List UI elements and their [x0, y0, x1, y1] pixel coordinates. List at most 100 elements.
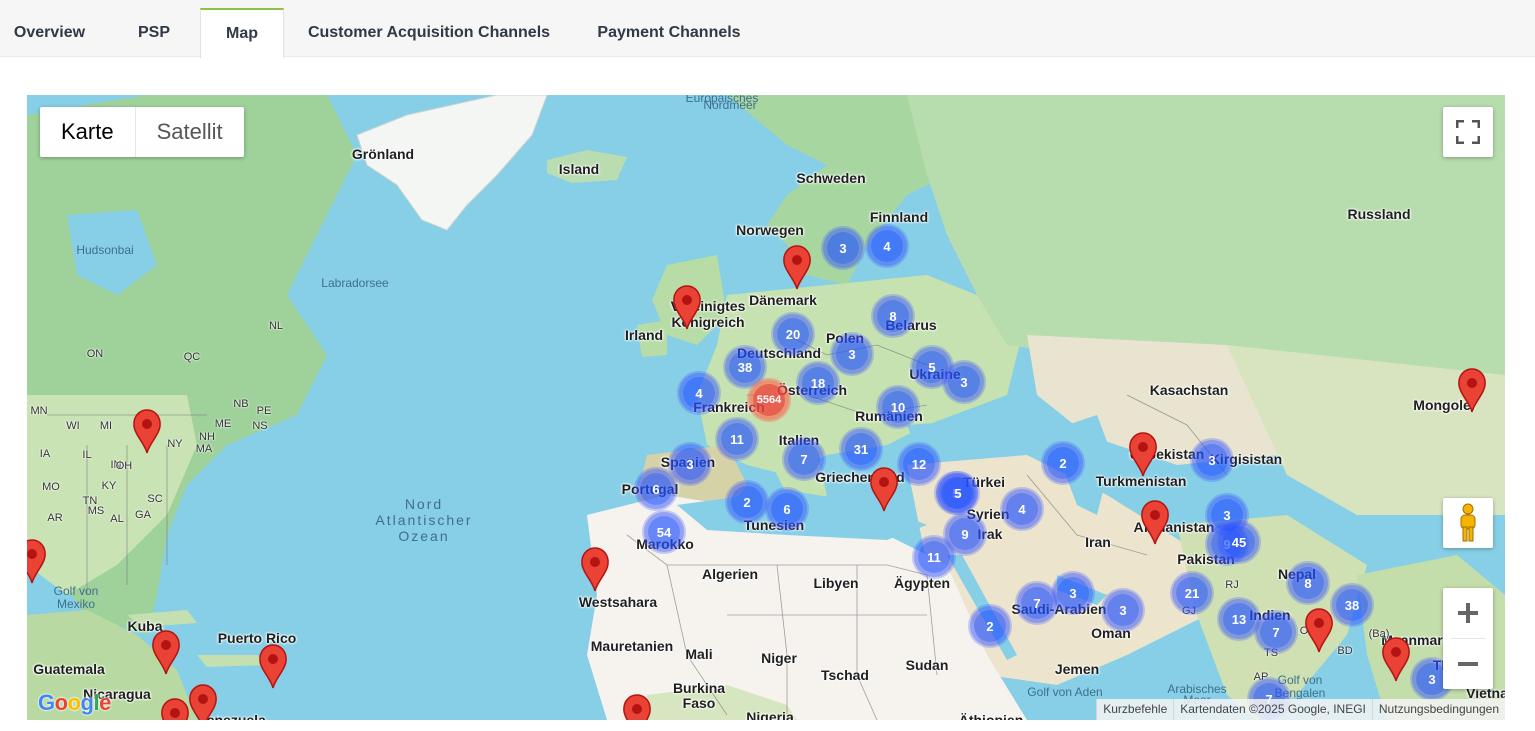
tab-payment-channels[interactable]: Payment Channels [585, 8, 753, 57]
marker-cluster[interactable]: 3 [830, 332, 874, 376]
keyboard-shortcuts-link[interactable]: Kurzbefehle [1096, 699, 1173, 720]
map-pin-icon[interactable] [1380, 636, 1412, 682]
map-pin-icon[interactable] [671, 284, 703, 330]
marker-cluster[interactable]: 8 [871, 294, 915, 338]
marker-cluster-count: 5564 [756, 394, 782, 406]
map-pin-icon[interactable] [579, 546, 611, 592]
map-pin-icon[interactable] [1127, 431, 1159, 477]
marker-cluster[interactable]: 2 [725, 480, 769, 524]
marker-cluster-core: 4 [1006, 493, 1038, 525]
marker-cluster-core: 3 [1196, 444, 1228, 476]
marker-cluster-count: 5 [928, 359, 936, 375]
world-map[interactable]: Grönland Island Schweden Finnland Russland No… [27, 95, 1505, 720]
marker-cluster-count: 4 [883, 238, 891, 254]
marker-cluster[interactable]: 3 [1101, 588, 1145, 632]
terms-of-use-link[interactable]: Nutzungsbedingungen [1371, 699, 1505, 720]
marker-cluster[interactable]: 6 [765, 487, 809, 531]
marker-cluster-count: 8 [1304, 575, 1312, 591]
map-type-karte-button[interactable]: Karte [40, 107, 136, 157]
map-pin-icon[interactable] [781, 244, 813, 290]
marker-cluster-count: 3 [1428, 671, 1436, 687]
zoom-in-button[interactable] [1443, 588, 1493, 638]
marker-cluster-core: 7 [788, 443, 820, 475]
marker-cluster-core: 21 [1176, 577, 1208, 609]
marker-cluster[interactable]: 11 [715, 417, 759, 461]
marker-cluster[interactable]: 5 [936, 471, 980, 515]
map-type-satellit-button[interactable]: Satellit [136, 107, 244, 157]
marker-cluster-count: 7 [800, 451, 808, 467]
marker-cluster-core: 11 [918, 541, 950, 573]
marker-cluster[interactable]: 11 [912, 535, 956, 579]
marker-cluster-count: 4 [695, 385, 703, 401]
map-pin-icon[interactable] [187, 683, 219, 720]
tab-bar: Overview PSP Map Customer Acquisition Ch… [0, 0, 1535, 58]
map-pin-icon[interactable] [159, 697, 191, 720]
marker-cluster[interactable]: 10 [876, 385, 920, 429]
marker-cluster-core: 4 [683, 377, 715, 409]
marker-cluster[interactable]: 54 [642, 510, 686, 554]
marker-cluster[interactable]: 12 [897, 442, 941, 486]
marker-cluster-core: 8 [877, 300, 909, 332]
tab-psp[interactable]: PSP [119, 8, 189, 57]
pegman-icon [1460, 503, 1476, 542]
marker-cluster-count: 2 [743, 494, 751, 510]
marker-cluster-count: 12 [911, 456, 927, 472]
map-pin-icon[interactable] [131, 408, 163, 454]
marker-cluster-count: 9 [961, 526, 969, 542]
marker-cluster[interactable]: 4 [865, 224, 909, 268]
map-pin-icon[interactable] [1456, 367, 1488, 413]
marker-cluster-core: 11 [721, 423, 753, 455]
marker-cluster-count: 3 [1069, 585, 1077, 601]
map-attribution: Kurzbefehle Kartendaten ©2025 Google, IN… [1096, 699, 1505, 720]
marker-cluster-count: 13 [1231, 611, 1247, 627]
marker-cluster-core: 12 [903, 448, 935, 480]
marker-cluster[interactable]: 3 [821, 226, 865, 270]
map-pin-icon[interactable] [621, 693, 653, 720]
marker-cluster[interactable]: 18 [796, 361, 840, 405]
tab-map[interactable]: Map [200, 8, 284, 58]
fullscreen-button[interactable] [1443, 107, 1493, 157]
tab-overview[interactable]: Overview [0, 8, 99, 57]
marker-cluster-core: 5564 [753, 384, 785, 416]
map-pin-icon[interactable] [27, 538, 48, 584]
marker-cluster[interactable]: 2 [1041, 441, 1085, 485]
marker-cluster-count: 6 [652, 481, 660, 497]
marker-cluster[interactable]: 6 [634, 467, 678, 511]
marker-cluster[interactable]: 3 [1205, 493, 1249, 537]
marker-cluster-core: 3 [1107, 594, 1139, 626]
map-pin-icon[interactable] [1303, 607, 1335, 653]
marker-cluster-core: 4 [871, 230, 903, 262]
marker-cluster[interactable]: 4 [677, 371, 721, 415]
street-view-pegman-button[interactable] [1443, 498, 1493, 548]
marker-cluster-count: 20 [785, 326, 801, 342]
map-pin-icon[interactable] [150, 629, 182, 675]
marker-cluster-count: 10 [890, 399, 906, 415]
map-pin-icon[interactable] [257, 643, 289, 689]
marker-cluster-core: 38 [1336, 589, 1368, 621]
marker-cluster[interactable]: 20 [771, 312, 815, 356]
zoom-out-button[interactable] [1443, 639, 1493, 689]
marker-cluster-count: 3 [686, 456, 694, 472]
marker-cluster[interactable]: 38 [1330, 583, 1374, 627]
marker-cluster[interactable]: 7 [1254, 610, 1298, 654]
marker-cluster-core: 6 [640, 473, 672, 505]
marker-cluster[interactable]: 3 [1190, 438, 1234, 482]
marker-cluster[interactable]: 5564 [747, 378, 791, 422]
marker-cluster[interactable]: 2 [968, 604, 1012, 648]
marker-cluster-count: 3 [960, 374, 968, 390]
marker-cluster-core: 38 [729, 351, 761, 383]
marker-cluster[interactable]: 3 [1051, 571, 1095, 615]
marker-cluster[interactable]: 21 [1170, 571, 1214, 615]
map-pin-icon[interactable] [868, 466, 900, 512]
marker-cluster-core: 2 [1047, 447, 1079, 479]
marker-cluster[interactable]: 4 [1000, 487, 1044, 531]
marker-cluster[interactable]: 3 [942, 360, 986, 404]
tab-customer-acquisition-channels[interactable]: Customer Acquisition Channels [300, 8, 558, 57]
marker-cluster-core: 3 [827, 232, 859, 264]
marker-cluster-core: 6 [771, 493, 803, 525]
marker-cluster[interactable]: 31 [839, 427, 883, 471]
marker-cluster[interactable]: 7 [782, 437, 826, 481]
marker-cluster[interactable]: 8 [1286, 561, 1330, 605]
map-pin-icon[interactable] [1139, 499, 1171, 545]
marker-cluster-count: 4 [1018, 501, 1026, 517]
